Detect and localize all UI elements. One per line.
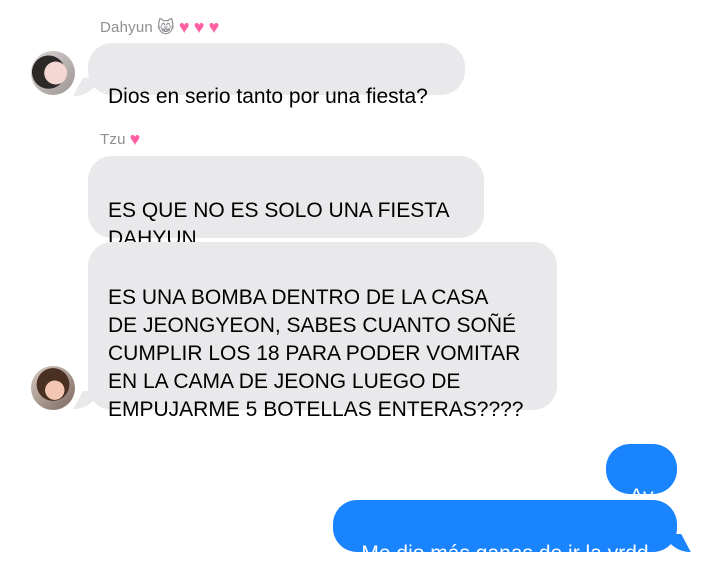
message-text: Me dio más ganas de ir la vrdd bbox=[361, 542, 649, 565]
avatar[interactable] bbox=[31, 51, 75, 95]
pink-heart-icon: ♥ bbox=[178, 17, 190, 37]
incoming-message-bubble[interactable]: ES QUE NO ES SOLO UNA FIESTA DAHYUN bbox=[88, 156, 484, 250]
pink-heart-icon: ♥ bbox=[129, 129, 141, 149]
message-text: Dios en serio tanto por una fiesta? bbox=[108, 85, 428, 108]
sender-name-text: Dahyun bbox=[100, 18, 153, 36]
pink-heart-icon: ♥ bbox=[193, 17, 205, 37]
incoming-message-bubble[interactable]: ES UNA BOMBA DENTRO DE LA CASA DE JEONGY… bbox=[88, 242, 557, 421]
sender-name-dahyun: Dahyun 😸 ♥ ♥ ♥ bbox=[100, 18, 220, 36]
avatar[interactable] bbox=[31, 366, 75, 410]
outgoing-message-bubble[interactable]: Ay bbox=[606, 444, 677, 508]
outgoing-message-bubble[interactable]: Me dio más ganas de ir la vrdd bbox=[333, 500, 677, 565]
sender-name-text: Tzu bbox=[100, 130, 126, 148]
sender-name-tzu: Tzu ♥ bbox=[100, 130, 141, 148]
message-text: ES UNA BOMBA DENTRO DE LA CASA DE JEONGY… bbox=[108, 286, 524, 421]
incoming-message-bubble[interactable]: Dios en serio tanto por una fiesta? bbox=[88, 43, 465, 108]
cat-face-icon: 😸 bbox=[156, 17, 175, 37]
pink-heart-icon: ♥ bbox=[208, 17, 220, 37]
